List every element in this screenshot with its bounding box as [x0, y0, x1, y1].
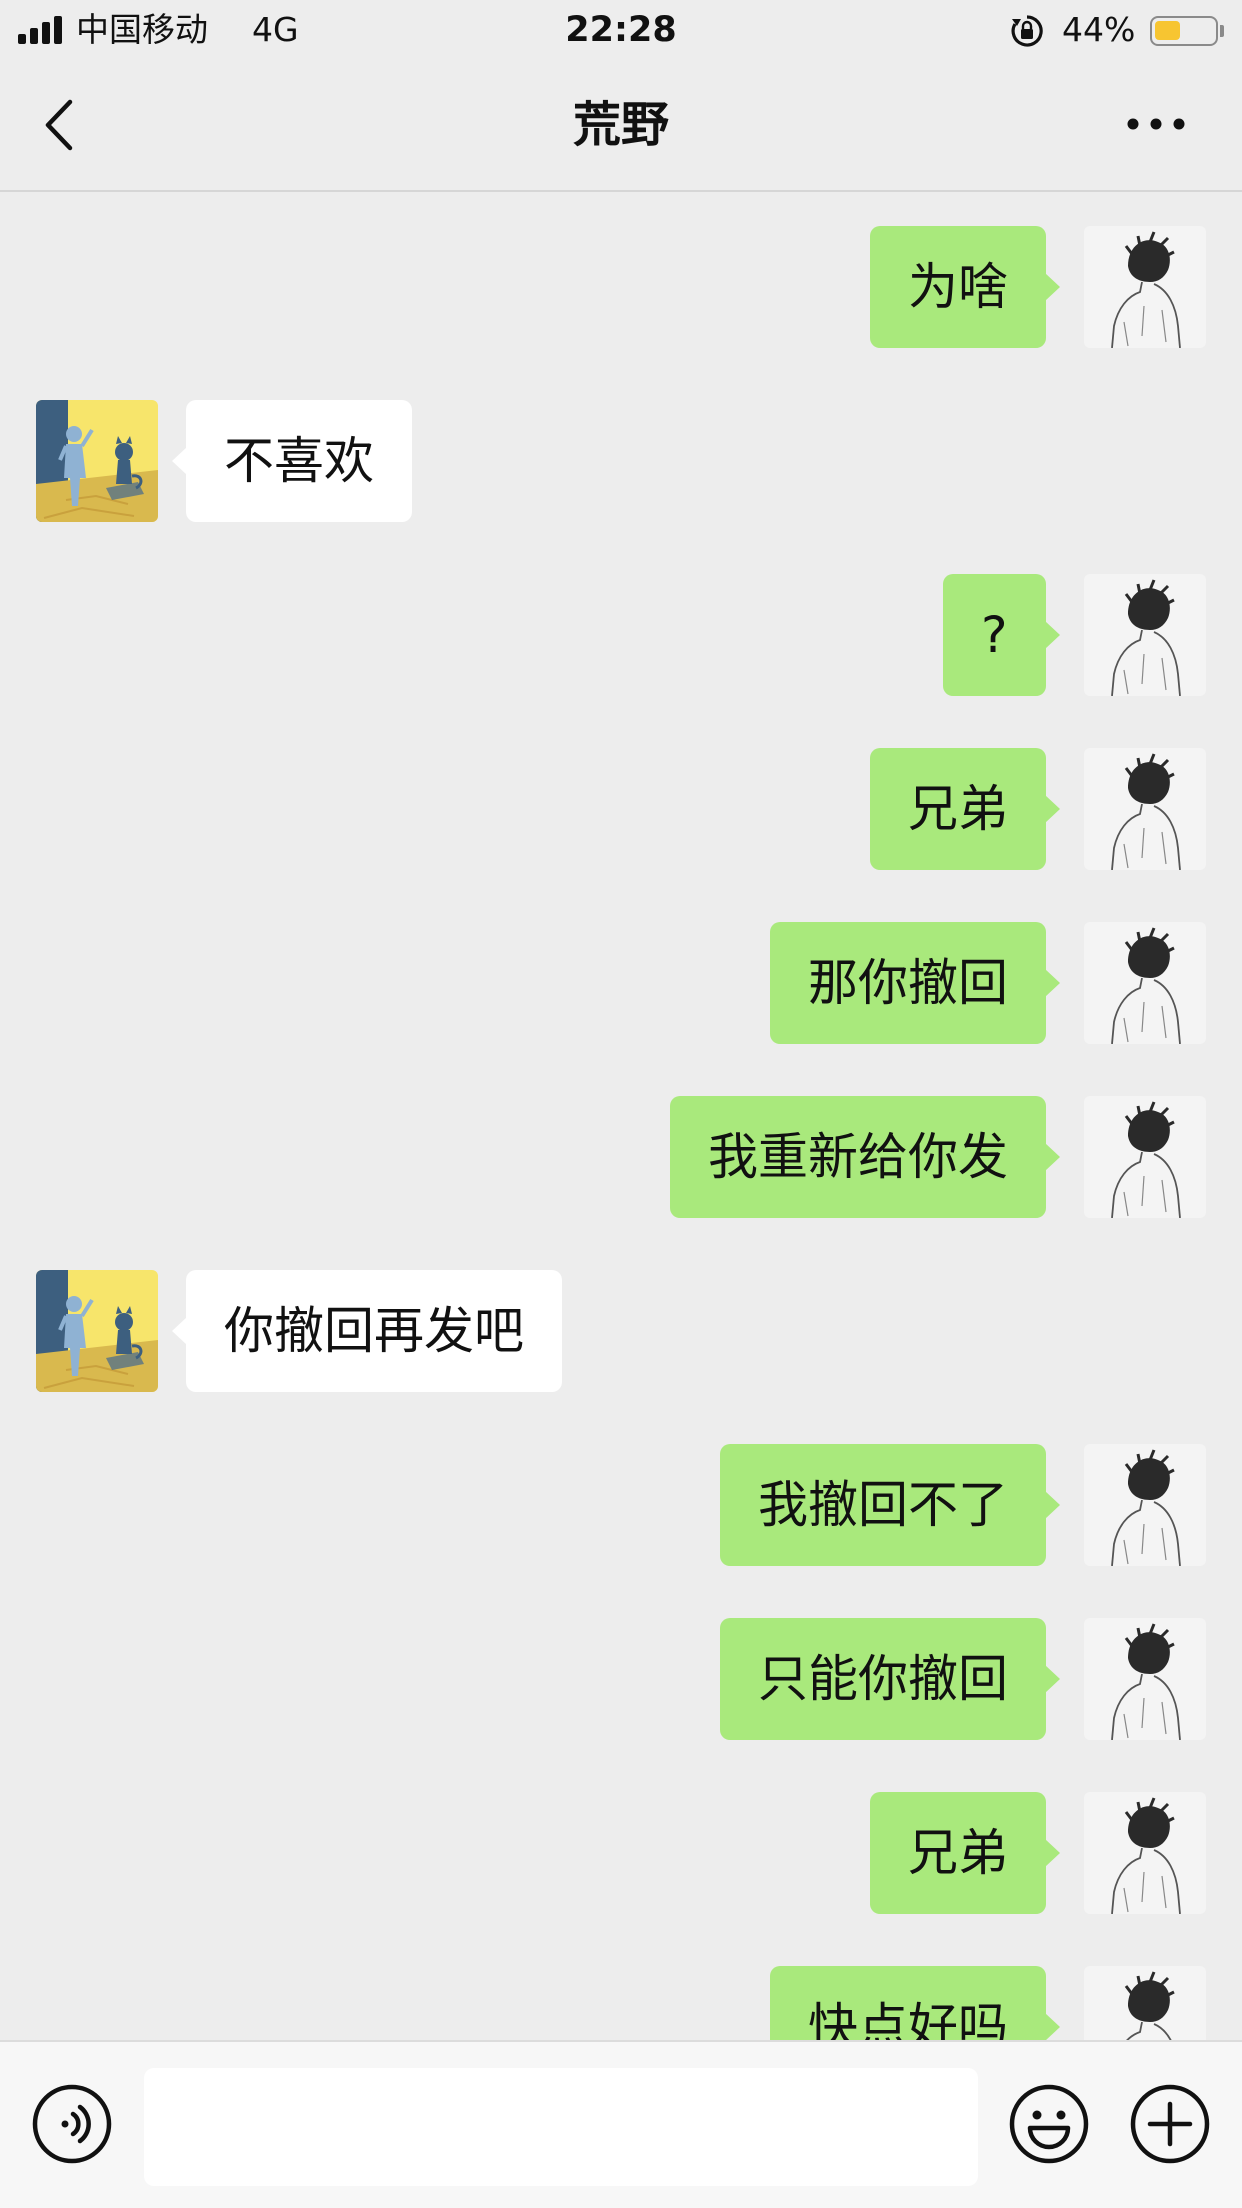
- navigation-bar: 荒野: [0, 62, 1242, 192]
- sent-message-bubble[interactable]: ?: [943, 574, 1060, 696]
- emoji-icon[interactable]: [1009, 2084, 1089, 2164]
- plus-icon[interactable]: [1130, 2084, 1210, 2164]
- my-avatar[interactable]: [1084, 748, 1206, 870]
- my-avatar[interactable]: [1084, 1096, 1206, 1218]
- sent-message-bubble[interactable]: 我重新给你发: [670, 1096, 1060, 1218]
- battery-tip: [1220, 25, 1224, 37]
- sent-message-bubble[interactable]: 兄弟: [870, 748, 1060, 870]
- sent-message-bubble[interactable]: 我撤回不了: [720, 1444, 1060, 1566]
- clock: 22:28: [565, 10, 677, 50]
- received-message-bubble[interactable]: 不喜欢: [172, 400, 412, 522]
- sent-message-bubble[interactable]: 兄弟: [870, 1792, 1060, 1914]
- my-avatar[interactable]: [1084, 922, 1206, 1044]
- chat-title: 荒野: [572, 97, 669, 153]
- sent-message-bubble[interactable]: 快点好吗: [770, 1966, 1060, 2040]
- sent-message-bubble[interactable]: 那你撤回: [770, 922, 1060, 1044]
- more-options-icon[interactable]: [1120, 104, 1192, 144]
- my-avatar[interactable]: [1084, 574, 1206, 696]
- received-message-bubble[interactable]: 你撤回再发吧: [172, 1270, 562, 1392]
- battery-icon: [1150, 16, 1218, 46]
- input-bar: [0, 2040, 1242, 2208]
- my-avatar[interactable]: [1084, 1966, 1206, 2040]
- status-bar: 中国移动 4G 22:28 44%: [0, 0, 1242, 62]
- battery-level-fill: [1155, 21, 1180, 40]
- my-avatar[interactable]: [1084, 1618, 1206, 1740]
- sent-message-bubble[interactable]: 只能你撤回: [720, 1618, 1060, 1740]
- rotation-lock-icon: [1011, 15, 1043, 47]
- contact-avatar[interactable]: [36, 400, 158, 522]
- contact-avatar[interactable]: [36, 1270, 158, 1392]
- battery-percent: 44%: [1062, 10, 1136, 49]
- message-input[interactable]: [144, 2068, 978, 2186]
- sent-message-bubble[interactable]: 为啥: [870, 226, 1060, 348]
- my-avatar[interactable]: [1084, 1792, 1206, 1914]
- my-avatar[interactable]: [1084, 1444, 1206, 1566]
- voice-icon[interactable]: [32, 2084, 112, 2164]
- message-list[interactable]: 为啥 不喜欢? 兄弟 那你撤回 我重新给你发 你撤回再发吧 我撤回不了 只能你撤回 兄弟 快点好吗: [0, 192, 1242, 2040]
- my-avatar[interactable]: [1084, 226, 1206, 348]
